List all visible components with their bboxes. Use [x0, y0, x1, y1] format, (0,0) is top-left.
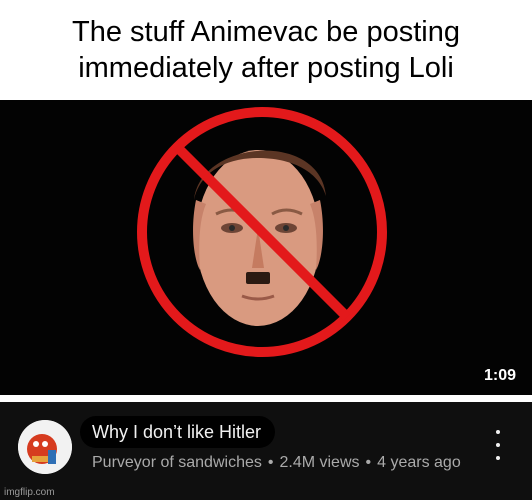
- kebab-dot: [496, 443, 500, 447]
- more-vert-icon[interactable]: [492, 430, 504, 460]
- imgflip-watermark: imgflip.com: [4, 487, 55, 498]
- channel-avatar[interactable]: [18, 420, 72, 474]
- video-duration: 1:09: [483, 367, 516, 384]
- caption-line-1: The stuff Animevac be posting: [72, 16, 460, 48]
- kebab-dot: [496, 430, 500, 434]
- upload-age: 4 years ago: [377, 454, 461, 471]
- video-info-bar: Why I don’t like Hitler Purveyor of sand…: [0, 402, 532, 500]
- separator-dot: •: [267, 454, 274, 471]
- separator-dot: •: [365, 454, 372, 471]
- video-thumbnail[interactable]: 1:09: [0, 100, 532, 395]
- meme-caption: The stuff Animevac be posting immediatel…: [0, 0, 532, 100]
- channel-name[interactable]: Purveyor of sandwiches: [92, 454, 262, 471]
- video-title[interactable]: Why I don’t like Hitler: [92, 422, 261, 443]
- kebab-dot: [496, 456, 500, 460]
- thumbnail-graphic: [137, 107, 387, 357]
- caption-text: The stuff Animevac be posting immediatel…: [72, 14, 460, 86]
- avatar-icon: [18, 420, 72, 474]
- caption-line-2: immediately after posting Loli: [78, 52, 454, 84]
- video-metadata: Purveyor of sandwiches • 2.4M views • 4 year…: [92, 452, 472, 473]
- video-title-container[interactable]: Why I don’t like Hitler: [80, 416, 276, 448]
- view-count: 2.4M views: [279, 454, 360, 471]
